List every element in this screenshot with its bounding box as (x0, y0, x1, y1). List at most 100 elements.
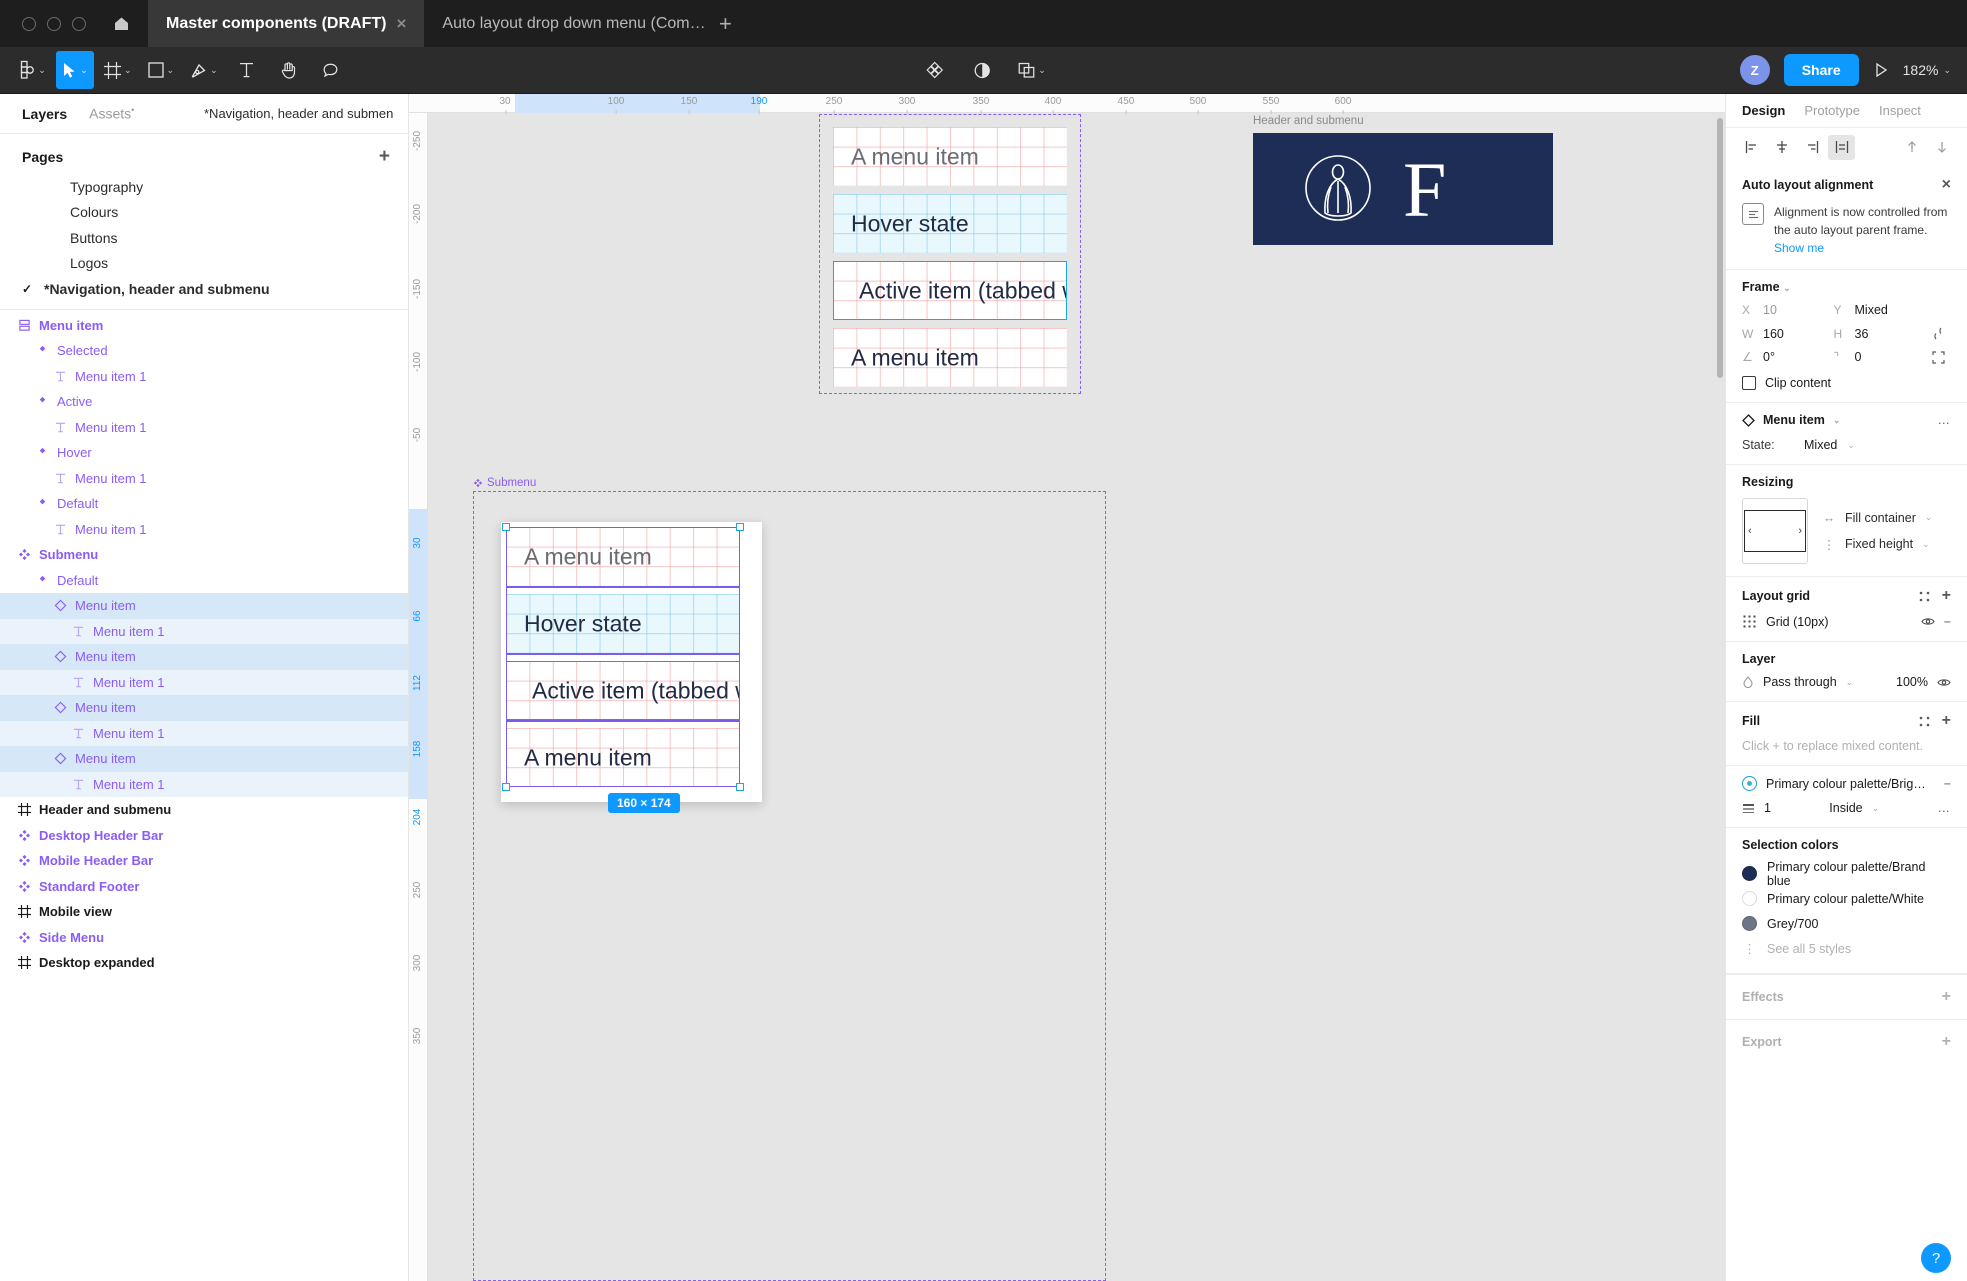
color-swatch[interactable] (1742, 916, 1757, 931)
component-header[interactable]: Menu item ⌄ … (1742, 413, 1951, 427)
chevron-down-icon[interactable]: ⌄ (167, 65, 175, 76)
boolean-icon[interactable]: ⌄ (1011, 51, 1052, 89)
avatar[interactable]: Z (1739, 55, 1770, 85)
resize-handle-top-left[interactable] (502, 523, 510, 531)
menu-item-variant-selected[interactable]: A menu item (833, 328, 1067, 387)
home-icon[interactable] (104, 7, 138, 41)
frame-header[interactable]: Frame ⌄ (1742, 280, 1951, 294)
zoom-control[interactable]: 182% ⌄ (1903, 62, 1951, 78)
frame-tool-icon[interactable]: ⌄ (98, 51, 138, 89)
page-item[interactable]: Typography (0, 174, 408, 200)
window-close-button[interactable] (22, 16, 36, 31)
window-minimize-button[interactable] (47, 16, 61, 31)
stroke-style-row[interactable]: Primary colour palette/Brig… − (1742, 776, 1951, 791)
frame-label-header-submenu[interactable]: Header and submenu (1253, 115, 1364, 127)
add-fill-button[interactable]: + (1942, 712, 1951, 730)
resize-handle-bottom-left[interactable] (502, 783, 510, 791)
color-swatch[interactable] (1742, 891, 1757, 906)
layer-row[interactable]: Header and submenu (0, 797, 408, 823)
layer-row[interactable]: Menu item 1 (0, 415, 408, 441)
layer-row[interactable]: Menu item 1 (0, 517, 408, 543)
text-tool-icon[interactable] (228, 51, 266, 89)
page-selector[interactable]: *Navigation, header and submenu ⌃ (204, 106, 394, 121)
export-section[interactable]: Export + (1726, 1019, 1967, 1064)
shape-tool-icon[interactable]: ⌄ (142, 51, 181, 89)
align-vertical-center-icon[interactable] (1828, 134, 1855, 160)
close-icon[interactable]: × (396, 15, 406, 32)
close-icon[interactable]: × (1942, 176, 1951, 194)
tab-auto-layout-dropdown[interactable]: Auto layout drop down menu (Com… (424, 0, 705, 47)
layer-row[interactable]: Desktop Header Bar (0, 823, 408, 849)
opacity-value[interactable]: 100% (1896, 675, 1928, 689)
component-menu-icon[interactable]: … (1938, 413, 1952, 427)
vertical-ruler[interactable]: -250 -200 -150 -100 -50 30 66 112 158 204 250 300 35… (409, 113, 428, 1281)
vertical-resizing[interactable]: ⋮ Fixed height ⌄ (1822, 537, 1932, 552)
add-page-button[interactable]: + (379, 146, 390, 168)
stroke-color-swatch[interactable] (1742, 776, 1757, 791)
comment-tool-icon[interactable] (312, 51, 350, 89)
chevron-down-icon[interactable]: ⌄ (1847, 440, 1855, 451)
pen-tool-icon[interactable]: ⌄ (184, 51, 224, 89)
tab-design[interactable]: Design (1742, 103, 1785, 118)
page-item[interactable]: ✓ *Navigation, header and submenu (0, 276, 408, 302)
layer-row[interactable]: Menu item (0, 746, 408, 772)
see-all-styles-row[interactable]: ⋮ See all 5 styles (1742, 936, 1951, 961)
independent-corners-icon[interactable] (1925, 350, 1951, 364)
layer-row[interactable]: Menu item (0, 313, 408, 339)
new-tab-button[interactable]: + (704, 0, 746, 47)
chevron-down-icon[interactable]: ⌄ (1872, 803, 1880, 814)
corner-radius-field[interactable]: ⌝ 0 (1834, 350, 1926, 364)
share-button[interactable]: Share (1783, 54, 1859, 86)
layer-row[interactable]: Default (0, 491, 408, 517)
layer-row[interactable]: Active (0, 389, 408, 415)
eye-icon[interactable] (1937, 677, 1951, 688)
tab-master-components[interactable]: Master components (DRAFT) × (148, 0, 425, 47)
frame-label-submenu[interactable]: Submenu (473, 477, 536, 489)
chevron-down-icon[interactable]: ⌄ (1783, 283, 1791, 293)
stroke-position-value[interactable]: Inside (1829, 801, 1862, 815)
remove-stroke-button[interactable]: − (1944, 777, 1951, 791)
layer-row[interactable]: Menu item (0, 644, 408, 670)
layout-grid-item[interactable]: Grid (10px) − (1742, 614, 1951, 629)
fill-settings-icon[interactable] (1919, 716, 1930, 727)
layer-row[interactable]: Menu item 1 (0, 466, 408, 492)
selection-color-row[interactable]: Primary colour palette/Brand blue (1742, 860, 1951, 888)
menu-item-variant-default[interactable]: A menu item (833, 127, 1067, 186)
submenu-instance[interactable]: A menu item Hover state Active item (tab… (501, 522, 762, 802)
show-me-link[interactable]: Show me (1774, 241, 1824, 255)
chevron-down-icon[interactable]: ⌄ (38, 65, 46, 76)
figma-menu-icon[interactable]: ⌄ (14, 51, 52, 89)
layer-row[interactable]: Menu item (0, 695, 408, 721)
add-export-button[interactable]: + (1942, 1033, 1951, 1051)
layer-row[interactable]: Menu item (0, 593, 408, 619)
menu-item-variant-hover[interactable]: Hover state (833, 194, 1067, 253)
chevron-down-icon[interactable]: ⌄ (1038, 65, 1046, 76)
move-tool-icon[interactable]: ⌄ (56, 51, 94, 89)
tab-assets[interactable]: Assets• (89, 105, 134, 122)
layer-row[interactable]: Selected (0, 338, 408, 364)
layer-row[interactable]: Side Menu (0, 925, 408, 951)
resize-handle-bottom-right[interactable] (736, 783, 744, 791)
layer-row[interactable]: Default (0, 568, 408, 594)
tab-prototype[interactable]: Prototype (1804, 103, 1860, 118)
layer-row[interactable]: Hover (0, 440, 408, 466)
canvas[interactable]: Header and submenu F Menu item A menu it… (409, 94, 1725, 1281)
chevron-down-icon[interactable]: ⌄ (124, 65, 132, 76)
layer-row[interactable]: Menu item 1 (0, 771, 408, 797)
hand-tool-icon[interactable] (270, 51, 308, 89)
blend-mode-value[interactable]: Pass through (1763, 675, 1837, 689)
clip-content-checkbox[interactable] (1742, 376, 1756, 390)
horizontal-resizing[interactable]: ↔ Fill container ⌄ (1822, 511, 1933, 525)
component-icon[interactable] (915, 51, 953, 89)
chevron-down-icon[interactable]: ⌄ (1943, 65, 1951, 76)
layer-row[interactable]: Menu item 1 (0, 364, 408, 390)
constrain-proportions-icon[interactable] (1925, 326, 1951, 341)
page-item[interactable]: Colours (0, 200, 408, 226)
layer-row[interactable]: Menu item 1 (0, 720, 408, 746)
canvas-scrollbar[interactable] (1717, 118, 1723, 378)
resize-handle-top-right[interactable] (736, 523, 744, 531)
tab-layers[interactable]: Layers (22, 106, 67, 122)
align-left-icon[interactable] (1738, 135, 1765, 160)
effects-section[interactable]: Effects + (1726, 974, 1967, 1019)
align-horizontal-center-icon[interactable] (1768, 135, 1795, 160)
